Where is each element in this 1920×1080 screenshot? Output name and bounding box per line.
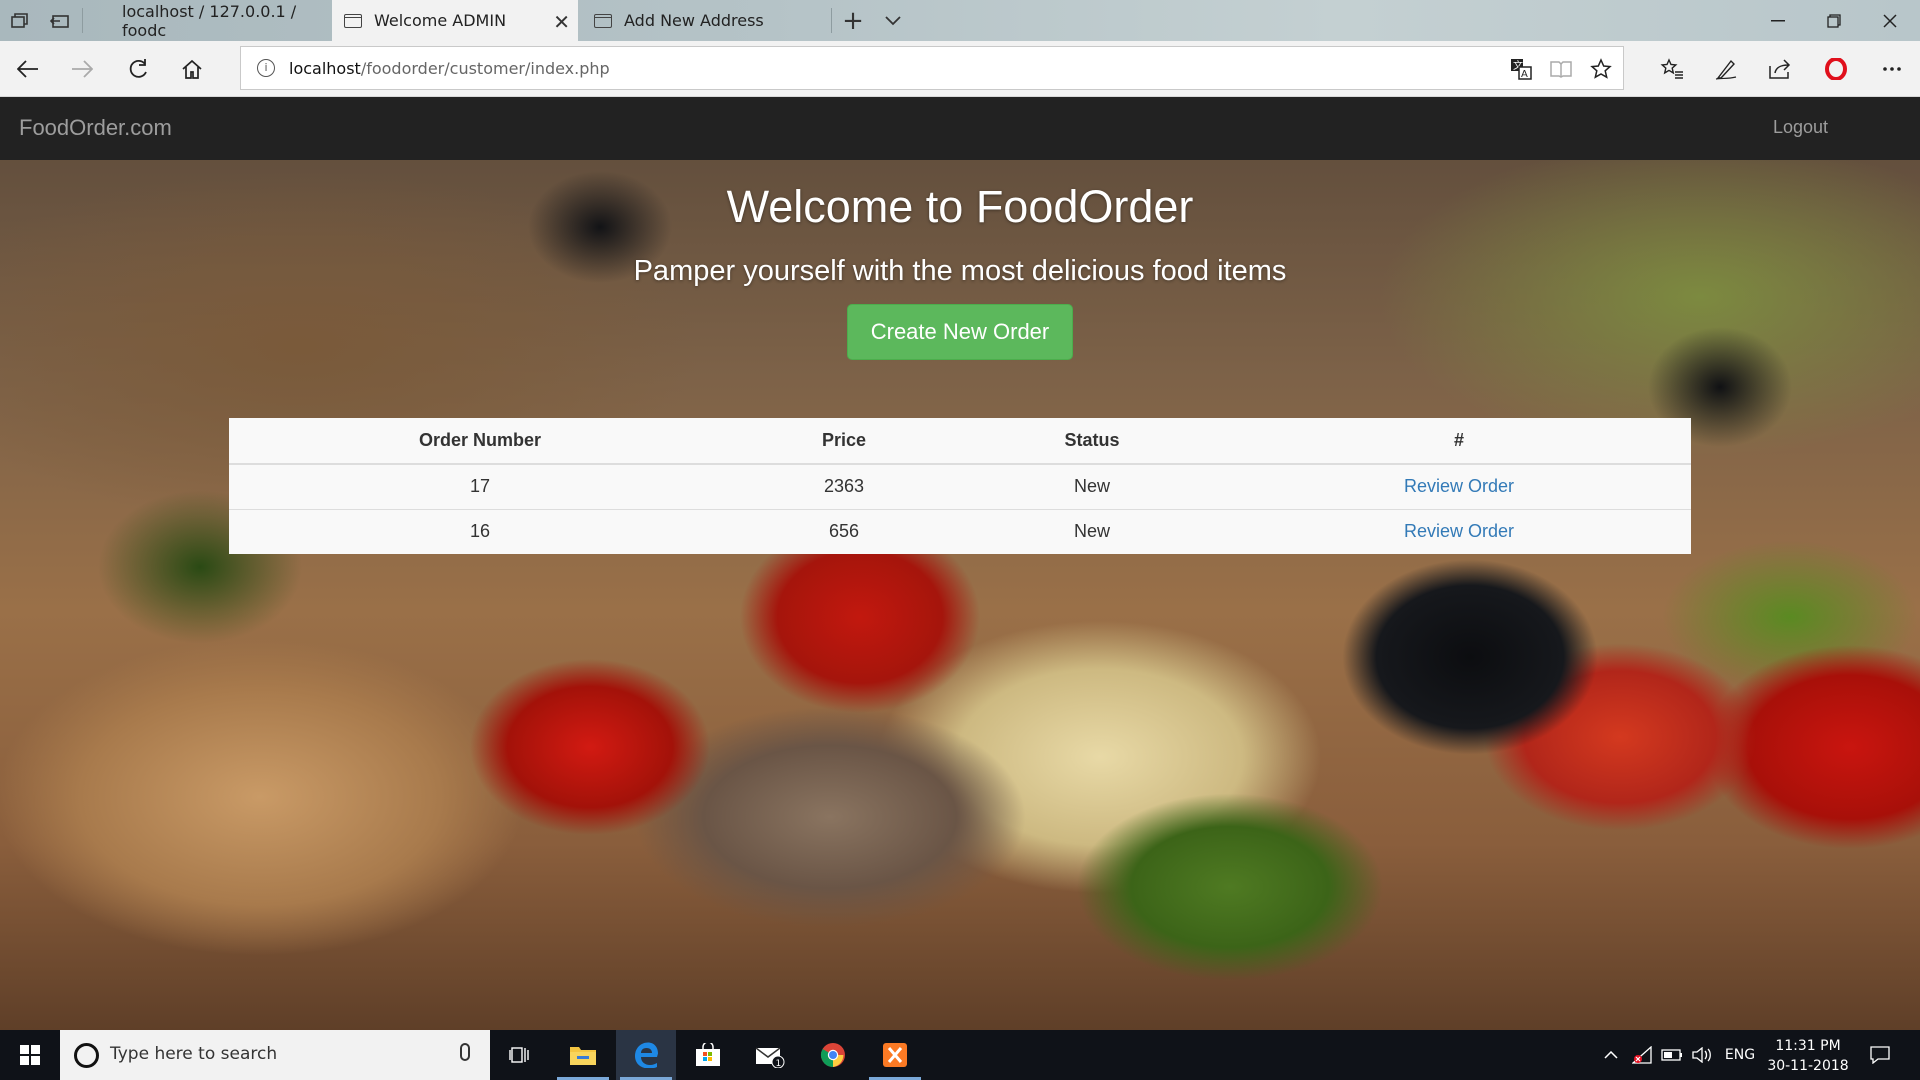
column-header-order-number: Order Number	[229, 418, 731, 465]
tab-title: Welcome ADMIN	[374, 11, 507, 30]
logout-link[interactable]: Logout	[1773, 117, 1828, 138]
hero-subtitle: Pamper yourself with the most delicious …	[633, 255, 1287, 287]
opera-extension-icon[interactable]	[1812, 41, 1860, 97]
price-cell: 2363	[731, 463, 957, 509]
url-text[interactable]: localhost/foodorder/customer/index.php	[289, 59, 610, 78]
browser-toolbar: i localhost/foodorder/customer/index.php…	[0, 41, 1920, 97]
action-center-notification-icon[interactable]	[1860, 1030, 1900, 1080]
hero-title: Welcome to FoodOrder	[726, 181, 1194, 232]
create-new-order-button[interactable]: Create New Order	[847, 304, 1073, 360]
home-icon[interactable]	[168, 41, 216, 97]
close-tab-icon[interactable]: ✕	[553, 10, 570, 34]
clock-date: 30-11-2018	[1767, 1058, 1849, 1074]
brand-link[interactable]: FoodOrder.com	[19, 115, 172, 141]
order-number-cell: 16	[229, 508, 731, 554]
input-language-indicator[interactable]: ENG	[1718, 1030, 1762, 1080]
orders-table: Order Number Price Status # 17 2363 New …	[229, 418, 1691, 554]
order-number-cell: 17	[229, 463, 731, 509]
show-hidden-icons-chevron-icon[interactable]	[1598, 1030, 1624, 1080]
mail-icon[interactable]: 1	[740, 1030, 800, 1080]
share-icon[interactable]	[1756, 41, 1804, 97]
web-page: FoodOrder.com Logout Welcome to FoodOrde…	[0, 97, 1920, 1030]
taskbar-search-box[interactable]: Type here to search	[60, 1030, 490, 1080]
table-row: 17 2363 New Review Order	[229, 463, 1691, 509]
table-header-row: Order Number Price Status #	[229, 418, 1691, 465]
network-warning-icon[interactable]	[1628, 1030, 1656, 1080]
new-tab-plus-icon[interactable]: +	[832, 0, 874, 41]
food-background-image	[0, 97, 1920, 1030]
favorites-list-icon[interactable]	[1648, 41, 1696, 97]
table-row: 16 656 New Review Order	[229, 508, 1691, 554]
cortana-circle-icon	[74, 1043, 99, 1068]
back-arrow-icon[interactable]	[4, 41, 52, 97]
tab-add-new-address[interactable]: Add New Address	[578, 0, 830, 41]
page-icon	[594, 13, 612, 28]
refresh-icon[interactable]	[114, 41, 162, 97]
column-header-status: Status	[957, 418, 1227, 465]
microsoft-store-icon[interactable]	[678, 1030, 738, 1080]
status-cell: New	[957, 508, 1227, 554]
windows-start-icon[interactable]	[0, 1030, 60, 1080]
show-tabs-aside-icon[interactable]	[40, 0, 80, 41]
svg-text:A: A	[1521, 69, 1528, 80]
close-window-icon[interactable]	[1862, 0, 1918, 41]
reading-view-icon[interactable]	[1547, 55, 1575, 83]
set-aside-tabs-icon[interactable]	[0, 0, 40, 41]
search-placeholder: Type here to search	[110, 1044, 278, 1064]
review-order-link[interactable]: Review Order	[1404, 521, 1514, 541]
tab-phpmyadmin[interactable]: localhost / 127.0.0.1 / foodc	[82, 0, 332, 41]
mail-badge-count: 1	[776, 1059, 782, 1068]
chrome-icon[interactable]	[803, 1030, 863, 1080]
browser-tab-strip: localhost / 127.0.0.1 / foodc Welcome AD…	[0, 0, 1920, 41]
page-icon	[344, 13, 362, 28]
status-cell: New	[957, 463, 1227, 509]
minimize-icon[interactable]	[1750, 0, 1806, 41]
more-options-icon[interactable]	[1868, 41, 1916, 97]
translate-icon[interactable]: 文A	[1507, 55, 1535, 83]
review-order-link[interactable]: Review Order	[1404, 476, 1514, 496]
site-info-icon[interactable]: i	[257, 59, 275, 77]
system-clock[interactable]: 11:31 PM 30-11-2018	[1762, 1036, 1854, 1076]
column-header-price: Price	[731, 418, 957, 465]
address-bar[interactable]: i localhost/foodorder/customer/index.php…	[240, 46, 1624, 90]
clock-time: 11:31 PM	[1775, 1038, 1841, 1054]
tab-title: Add New Address	[624, 11, 764, 30]
forward-arrow-icon[interactable]	[58, 41, 106, 97]
volume-icon[interactable]	[1688, 1030, 1716, 1080]
restore-icon[interactable]	[1806, 0, 1862, 41]
tab-title: localhost / 127.0.0.1 / foodc	[122, 1, 297, 40]
xampp-icon[interactable]	[865, 1030, 925, 1080]
battery-icon[interactable]	[1658, 1030, 1686, 1080]
web-note-pen-icon[interactable]	[1702, 41, 1750, 97]
windows-taskbar: Type here to search 1 ENG 11:31 PM 30-11…	[0, 1030, 1920, 1080]
favorite-star-icon[interactable]	[1587, 55, 1615, 83]
price-cell: 656	[731, 508, 957, 554]
task-view-icon[interactable]	[490, 1030, 550, 1080]
tab-welcome-admin[interactable]: Welcome ADMIN ✕	[332, 0, 578, 41]
site-navbar: FoodOrder.com Logout	[0, 97, 1920, 160]
file-explorer-icon[interactable]	[553, 1030, 613, 1080]
microphone-icon[interactable]	[460, 1043, 470, 1061]
edge-browser-icon[interactable]	[616, 1030, 676, 1080]
column-header-action: #	[1227, 418, 1691, 465]
chevron-down-icon[interactable]	[874, 0, 912, 41]
